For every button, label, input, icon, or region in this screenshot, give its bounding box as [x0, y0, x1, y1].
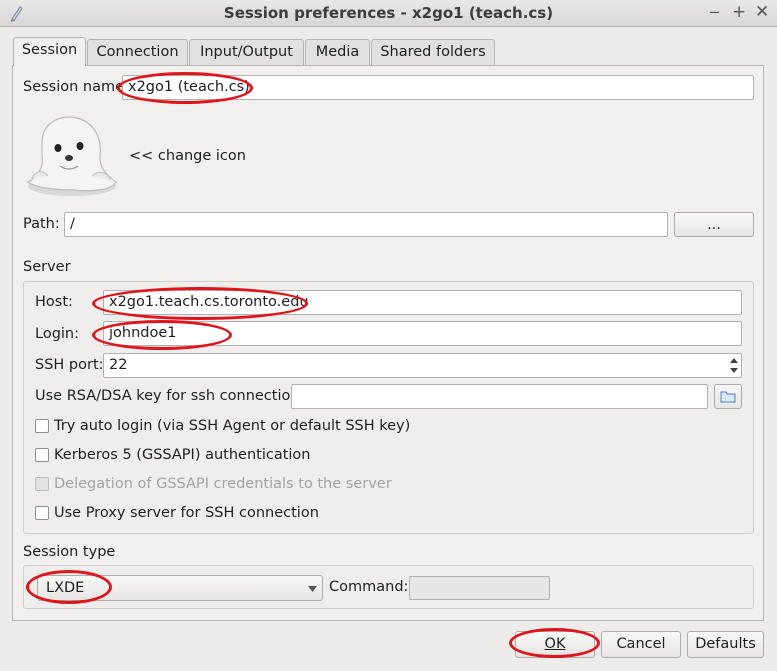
maximize-icon[interactable]: +: [732, 2, 746, 22]
ok-label: OK: [544, 636, 566, 652]
server-group-title: Server: [23, 259, 71, 275]
close-icon[interactable]: ✕: [755, 2, 769, 22]
tab-label: Session: [21, 42, 78, 58]
tab-session[interactable]: Session: [13, 37, 86, 66]
delegation-label: Delegation of GSSAPI credentials to the …: [54, 476, 392, 492]
tab-input-output[interactable]: Input/Output: [189, 39, 304, 65]
tab-shared-folders[interactable]: Shared folders: [371, 39, 495, 65]
host-input[interactable]: x2go1.teach.cs.toronto.edu: [103, 290, 742, 315]
auto-login-label[interactable]: Try auto login (via SSH Agent or default…: [54, 418, 410, 434]
command-label: Command:: [329, 579, 409, 595]
tab-media[interactable]: Media: [305, 39, 370, 65]
rsa-key-input[interactable]: [291, 384, 708, 409]
session-type-value: LXDE: [46, 580, 85, 596]
defaults-button[interactable]: Defaults: [687, 631, 764, 658]
title-bar: Session preferences - x2go1 (teach.cs) ‒…: [0, 0, 777, 27]
rsa-key-label: Use RSA/DSA key for ssh connection:: [35, 388, 305, 404]
session-name-label: Session name:: [23, 79, 129, 95]
auto-login-checkbox[interactable]: [35, 419, 49, 433]
delegation-checkbox: [35, 477, 49, 491]
browse-path-button[interactable]: ...: [674, 212, 754, 237]
dropdown-arrow-icon: [308, 586, 317, 592]
command-input: [409, 576, 550, 600]
defaults-label: Defaults: [695, 636, 756, 652]
session-type-select[interactable]: LXDE: [37, 575, 323, 601]
path-label: Path:: [23, 216, 60, 232]
change-icon-label[interactable]: << change icon: [129, 148, 246, 164]
ok-button[interactable]: OK: [515, 631, 595, 658]
login-label: Login:: [35, 326, 80, 342]
proxy-label[interactable]: Use Proxy server for SSH connection: [54, 505, 319, 521]
rsa-key-browse-button[interactable]: [714, 384, 742, 409]
tab-connection[interactable]: Connection: [87, 39, 188, 65]
spin-arrows-icon[interactable]: [728, 355, 740, 376]
tab-label: Shared folders: [380, 44, 486, 60]
cancel-label: Cancel: [616, 636, 666, 652]
ssh-port-label: SSH port:: [35, 357, 104, 373]
host-label: Host:: [35, 294, 73, 310]
cancel-button[interactable]: Cancel: [601, 631, 681, 658]
minimize-icon[interactable]: ‒: [709, 2, 720, 22]
tab-label: Connection: [96, 44, 179, 60]
proxy-checkbox[interactable]: [35, 506, 49, 520]
folder-icon: [720, 391, 736, 403]
login-input[interactable]: johndoe1: [103, 321, 742, 346]
ssh-port-spinbox[interactable]: 22: [103, 353, 742, 378]
seal-icon[interactable]: [22, 112, 120, 198]
window-title: Session preferences - x2go1 (teach.cs): [223, 4, 554, 22]
tab-label: Media: [315, 44, 360, 60]
tab-label: Input/Output: [200, 44, 293, 60]
kerberos-label[interactable]: Kerberos 5 (GSSAPI) authentication: [54, 447, 311, 463]
session-name-input[interactable]: x2go1 (teach.cs): [122, 75, 754, 100]
session-type-group-title: Session type: [23, 544, 116, 560]
kerberos-checkbox[interactable]: [35, 448, 49, 462]
path-input[interactable]: /: [64, 212, 668, 237]
